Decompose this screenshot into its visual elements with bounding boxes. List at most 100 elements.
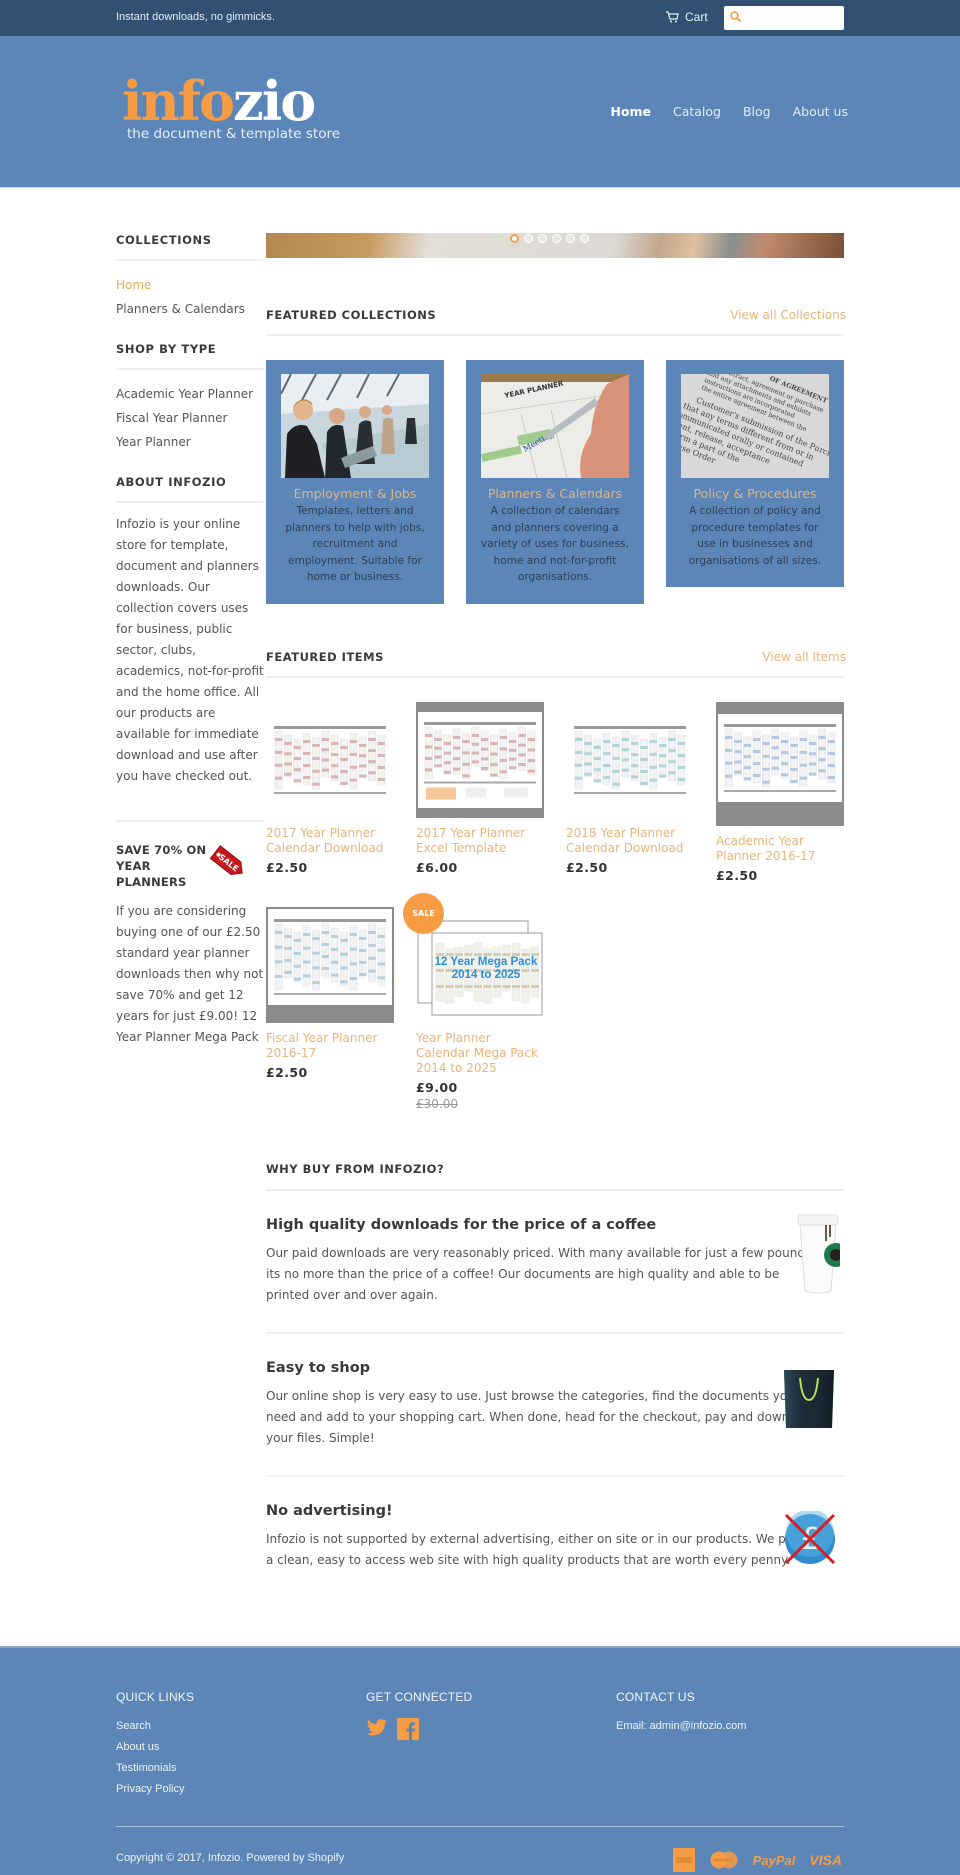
view-all-collections-link[interactable]: View all Collections — [730, 308, 846, 322]
facebook-link[interactable] — [397, 1718, 419, 1748]
why-point-coffee: High quality downloads for the price of … — [266, 1191, 844, 1334]
collections-heading: COLLECTIONS — [116, 226, 264, 261]
slider-dot[interactable] — [552, 234, 561, 243]
payment-methods: PayPal VISA — [672, 1848, 842, 1872]
planner-image — [718, 713, 842, 802]
product-card[interactable]: 2017 Year Planner Excel Template £6.00 — [416, 701, 544, 883]
search-icon — [730, 11, 742, 23]
product-price: £2.50 — [266, 1064, 308, 1080]
about-heading: ABOUT INFOZIO — [116, 468, 264, 503]
nav-about-us[interactable]: About us — [793, 104, 848, 119]
collection-description: Templates, letters and planners to help … — [285, 505, 425, 583]
sidebar-item-academic-year-planner[interactable]: Academic Year Planner — [116, 382, 264, 406]
footer-link-search[interactable]: Search — [116, 1716, 194, 1737]
sidebar-item-home[interactable]: Home — [116, 273, 264, 297]
policy-image: OF AGREEMENT the contract, agreement or … — [654, 361, 847, 478]
slider-dots — [510, 234, 589, 243]
about-text: Infozio is your online store for templat… — [116, 517, 264, 783]
main-nav: Home Catalog Blog About us — [610, 104, 848, 119]
mastercard-icon — [710, 1851, 738, 1869]
site-header: infozio the document & template store Ho… — [0, 36, 960, 188]
quick-links-column: QUICK LINKS Search About us Testimonials… — [116, 1690, 194, 1800]
featured-collections-header: FEATURED COLLECTIONS View all Collection… — [266, 302, 846, 336]
product-price: £2.50 — [266, 859, 308, 875]
site-footer: QUICK LINKS Search About us Testimonials… — [0, 1646, 960, 1875]
promo-heading: SAVE 70% ON YEAR PLANNERS — [116, 843, 207, 889]
social-links — [366, 1718, 472, 1748]
why-point-text: Our paid downloads are very reasonably p… — [266, 1245, 816, 1302]
why-point-text: Our online shop is very easy to use. Jus… — [266, 1388, 816, 1445]
product-title: 2018 Year Planner Calendar Download — [566, 825, 684, 855]
nav-blog[interactable]: Blog — [743, 104, 771, 119]
cart-link[interactable]: Cart — [666, 10, 708, 24]
promo-block: SAVE 70% ON YEAR PLANNERS SALE If you ar… — [116, 842, 264, 1048]
quick-links-heading: QUICK LINKS — [116, 1690, 195, 1704]
contact-heading: CONTACT US — [616, 1690, 695, 1704]
shop-by-type-heading: SHOP BY TYPE — [116, 335, 264, 370]
logo-tagline: the document & template store — [127, 126, 341, 142]
sidebar-item-planners-calendars[interactable]: Planners & Calendars — [116, 297, 264, 321]
planner-image — [568, 715, 692, 804]
product-thumbnail — [416, 701, 544, 818]
cart-icon — [666, 11, 679, 23]
product-thumbnail — [266, 702, 394, 818]
sidebar-divider — [116, 820, 264, 822]
product-title: Year Planner Calendar Mega Pack 2014 to … — [416, 1030, 538, 1075]
nav-catalog[interactable]: Catalog — [673, 104, 721, 119]
site-logo[interactable]: infozio the document & template store — [122, 74, 362, 144]
featured-items-grid: 2017 Year Planner Calendar Download £2.5… — [266, 701, 844, 1111]
amex-icon — [672, 1848, 695, 1872]
product-price: £2.50 — [716, 867, 758, 883]
slider-dot[interactable] — [580, 234, 589, 243]
product-thumbnail — [566, 702, 694, 818]
planner-image — [418, 711, 542, 808]
search-box[interactable] — [724, 6, 844, 30]
slider-dot[interactable] — [524, 234, 533, 243]
featured-items-header: FEATURED ITEMS View all Items — [266, 644, 846, 678]
product-card[interactable]: 2017 Year Planner Calendar Download £2.5… — [266, 702, 394, 883]
featured-collections-heading: FEATURED COLLECTIONS — [266, 308, 437, 322]
footer-link-about-us[interactable]: About us — [116, 1737, 194, 1758]
sale-badge: SALE — [403, 892, 444, 934]
twitter-link[interactable] — [366, 1718, 388, 1748]
get-connected-column: GET CONNECTED — [366, 1690, 472, 1748]
slider-dot[interactable] — [538, 234, 547, 243]
collection-card-employment[interactable]: Employment & Jobs Templates, letters and… — [266, 360, 444, 604]
collection-card-policy-procedures[interactable]: OF AGREEMENT the contract, agreement or … — [654, 360, 847, 587]
slider-dot[interactable] — [510, 234, 519, 243]
product-card[interactable]: Academic Year Planner 2016-17 £2.50 — [716, 701, 844, 883]
product-card[interactable]: SALE 12 Year Mega Pack 2014 to 2025 Year… — [403, 892, 544, 1111]
product-title: 2017 Year Planner Excel Template — [416, 825, 526, 855]
contact-column: CONTACT US Email: admin@infozio.com — [616, 1690, 746, 1737]
product-card[interactable]: 2018 Year Planner Calendar Download £2.5… — [566, 702, 694, 883]
sidebar-item-fiscal-year-planner[interactable]: Fiscal Year Planner — [116, 406, 264, 430]
product-thumbnail — [716, 701, 844, 826]
view-all-items-link[interactable]: View all Items — [762, 650, 846, 664]
nav-home[interactable]: Home — [610, 104, 651, 119]
collection-name: Employment & Jobs — [293, 486, 417, 501]
sidebar-item-year-planner[interactable]: Year Planner — [116, 430, 264, 454]
copyright: Copyright © 2017, Infozio. Powered by Sh… — [116, 1852, 345, 1864]
mega-pack-text-1: 12 Year Mega Pack — [435, 956, 538, 968]
why-point-easy: Easy to shop Our online shop is very eas… — [266, 1334, 844, 1477]
collection-card-planners-calendars[interactable]: YEAR PLANNER Meeting Planners & Calendar… — [466, 360, 644, 604]
product-price: £9.00 — [416, 1079, 458, 1095]
why-buy-header: WHY BUY FROM INFOZIO? — [266, 1157, 844, 1191]
product-card[interactable]: Fiscal Year Planner 2016-17 £2.50 — [266, 906, 394, 1111]
footer-link-privacy-policy[interactable]: Privacy Policy — [116, 1779, 194, 1800]
main-content: FEATURED COLLECTIONS View all Collection… — [266, 233, 847, 1597]
paypal-icon: PayPal — [752, 1852, 796, 1868]
logo-text-zio: zio — [233, 69, 316, 133]
collections-grid: Employment & Jobs Templates, letters and… — [266, 360, 847, 604]
collection-name: Policy & Procedures — [693, 486, 817, 501]
product-title: Fiscal Year Planner 2016-17 — [266, 1030, 378, 1060]
hero-slider[interactable] — [266, 233, 844, 258]
planner-image — [268, 715, 392, 804]
sidebar: COLLECTIONS Home Planners & Calendars SH… — [116, 226, 264, 1048]
collection-description: A collection of calendars and planners c… — [481, 505, 629, 583]
product-price: £6.00 — [416, 859, 458, 875]
footer-link-testimonials[interactable]: Testimonials — [116, 1758, 194, 1779]
search-input[interactable] — [746, 9, 840, 27]
slider-dot[interactable] — [566, 234, 575, 243]
footer-divider — [116, 1826, 844, 1827]
